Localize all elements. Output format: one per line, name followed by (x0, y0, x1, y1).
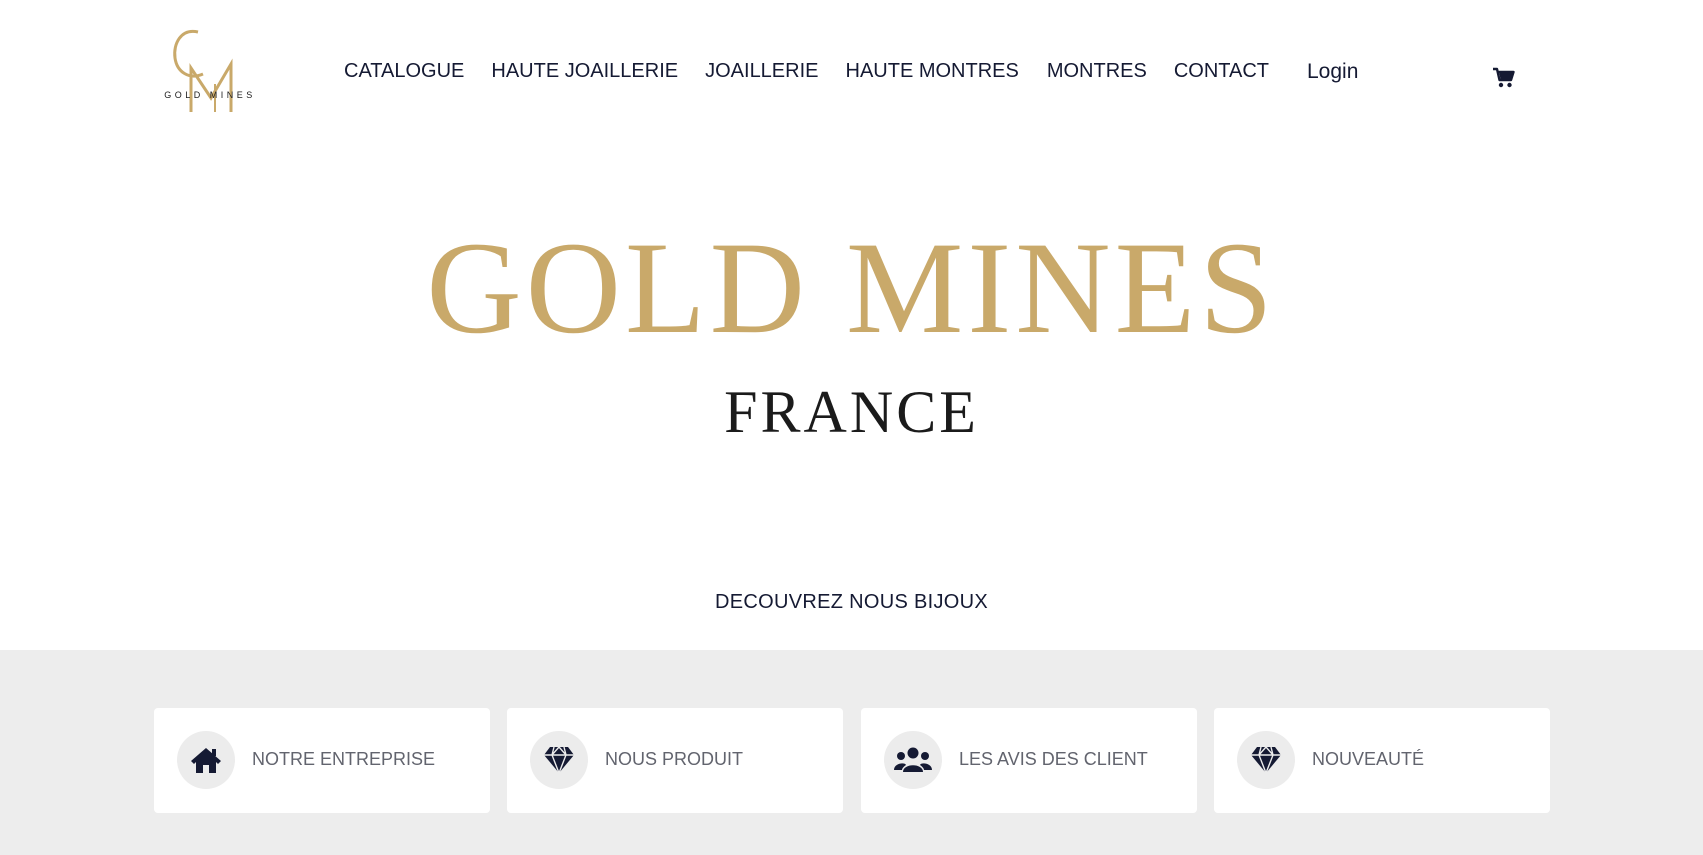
feature-card-nous-produit[interactable]: NOUS PRODUIT (507, 708, 843, 813)
main-navigation: CATALOGUE HAUTE JOAILLERIE JOAILLERIE HA… (344, 60, 1269, 83)
feature-card-notre-entreprise[interactable]: NOTRE ENTREPRISE (154, 708, 490, 813)
logo-wordmark: GOLD MINES (164, 90, 256, 100)
site-header: GOLD MINES CATALOGUE HAUTE JOAILLERIE JO… (0, 0, 1703, 140)
hero-title: GOLD MINES (426, 214, 1277, 361)
users-icon (884, 731, 942, 789)
login-link[interactable]: Login (1307, 60, 1358, 84)
nav-item-catalogue[interactable]: CATALOGUE (344, 60, 464, 83)
feature-card-label: LES AVIS DES CLIENT (959, 749, 1148, 769)
feature-card-label: NOUS PRODUIT (605, 749, 744, 769)
logo-monogram (173, 29, 233, 112)
feature-card-nouveaute[interactable]: NOUVEAUTÉ (1214, 708, 1550, 813)
nav-item-joaillerie[interactable]: JOAILLERIE (705, 60, 818, 83)
hero-subtitle: FRANCE (724, 379, 979, 445)
nav-item-contact[interactable]: CONTACT (1174, 60, 1269, 83)
feature-card-les-avis[interactable]: LES AVIS DES CLIENT (861, 708, 1197, 813)
feature-card-label: NOUVEAUTÉ (1312, 749, 1425, 769)
nav-item-montres[interactable]: MONTRES (1047, 60, 1147, 83)
discover-link[interactable]: DECOUVREZ NOUS BIJOUX (0, 591, 1703, 614)
brand-logo[interactable]: GOLD MINES (155, 24, 265, 116)
nav-item-haute-montres[interactable]: HAUTE MONTRES (846, 60, 1019, 83)
diamond-icon (530, 731, 588, 789)
feature-card-label: NOTRE ENTREPRISE (252, 749, 436, 769)
nav-item-haute-joaillerie[interactable]: HAUTE JOAILLERIE (491, 60, 678, 83)
home-icon (177, 731, 235, 789)
cart-icon[interactable] (1492, 66, 1516, 90)
features-band: NOTRE ENTREPRISE NOUS PRODUIT LES AVIS D… (0, 650, 1703, 855)
diamond-icon (1237, 731, 1295, 789)
